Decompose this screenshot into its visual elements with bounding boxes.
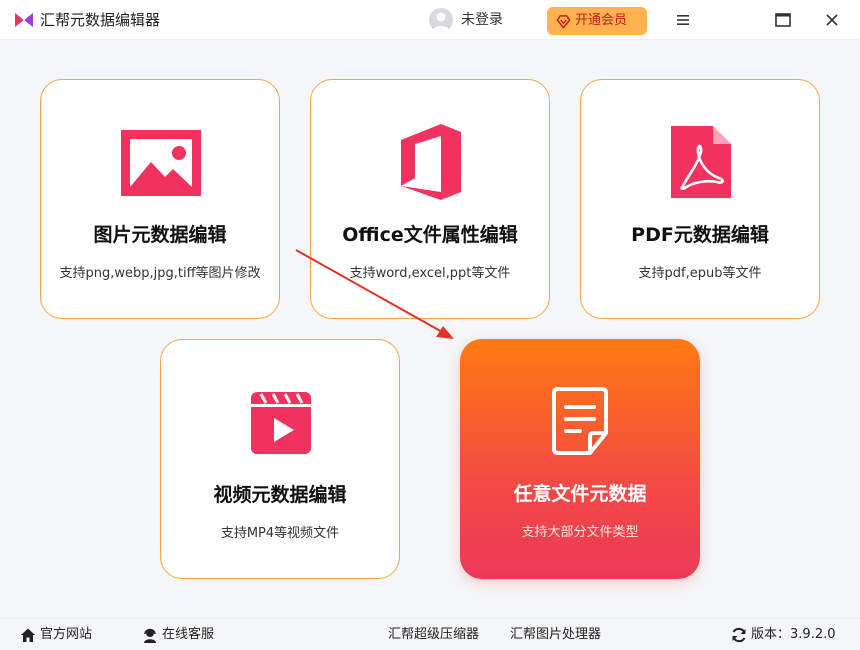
menu-icon[interactable] — [673, 10, 693, 30]
app-title: 汇帮元数据编辑器 — [40, 11, 161, 29]
status-bar: 官方网站 在线客服 汇帮超级压缩器 汇帮图片处理器 版本：3.9.2.0 — [0, 618, 860, 650]
card-desc: 支持word,excel,ppt等文件 — [349, 266, 511, 281]
card-title: 图片元数据编辑 — [93, 224, 227, 246]
card-pdf-metadata[interactable]: PDF元数据编辑 支持pdf,epub等文件 — [580, 79, 820, 319]
title-bar: 汇帮元数据编辑器 未登录 开通会员 — [0, 0, 860, 40]
card-desc: 支持MP4等视频文件 — [220, 526, 340, 541]
login-status[interactable]: 未登录 — [461, 11, 503, 29]
online-support-link[interactable]: 在线客服 — [142, 627, 214, 643]
pdf-icon — [671, 126, 731, 198]
version-label: 版本： — [751, 627, 791, 642]
version-number: 3.9.2.0 — [790, 627, 836, 642]
office-icon — [401, 124, 461, 200]
maximize-icon[interactable] — [773, 10, 793, 30]
card-desc: 支持png,webp,jpg,tiff等图片修改 — [59, 266, 261, 281]
diamond-icon — [556, 15, 571, 29]
compressor-link[interactable]: 汇帮超级压缩器 — [388, 627, 479, 643]
website-label: 官方网站 — [40, 627, 93, 642]
card-office-properties[interactable]: Office文件属性编辑 支持word,excel,ppt等文件 — [310, 79, 550, 319]
image-processor-link[interactable]: 汇帮图片处理器 — [510, 627, 601, 643]
card-title: PDF元数据编辑 — [631, 224, 769, 246]
card-desc: 支持pdf,epub等文件 — [638, 266, 762, 281]
vip-button[interactable]: 开通会员 — [547, 7, 647, 35]
home-icon — [21, 628, 35, 642]
app-logo-icon — [15, 13, 33, 27]
version-info[interactable]: 版本：3.9.2.0 — [731, 627, 836, 643]
card-title: 任意文件元数据 — [513, 483, 647, 505]
close-icon[interactable] — [822, 10, 842, 30]
video-icon — [251, 392, 311, 454]
card-video-metadata[interactable]: 视频元数据编辑 支持MP4等视频文件 — [160, 339, 400, 579]
avatar-icon[interactable] — [429, 8, 453, 32]
support-label: 在线客服 — [162, 627, 215, 642]
vip-label: 开通会员 — [575, 13, 628, 28]
refresh-icon — [732, 627, 746, 643]
support-agent-icon — [144, 628, 156, 643]
card-title: 视频元数据编辑 — [213, 484, 347, 506]
card-desc: 支持大部分文件类型 — [521, 525, 639, 540]
card-image-metadata[interactable]: 图片元数据编辑 支持png,webp,jpg,tiff等图片修改 — [40, 79, 280, 319]
card-any-file-metadata[interactable]: 任意文件元数据 支持大部分文件类型 — [460, 339, 700, 579]
card-title: Office文件属性编辑 — [342, 224, 518, 246]
document-icon — [552, 387, 608, 455]
image-icon — [121, 130, 201, 196]
official-website-link[interactable]: 官方网站 — [20, 627, 92, 643]
